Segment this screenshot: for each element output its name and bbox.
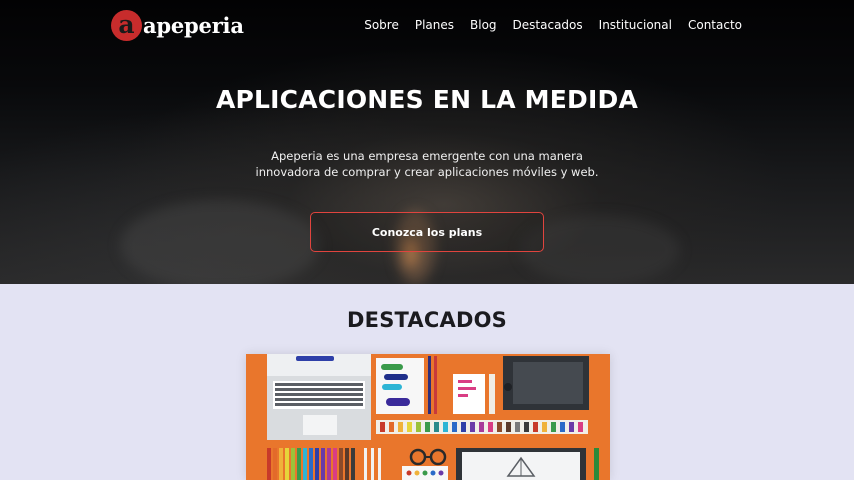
sketch-card-icon (453, 374, 495, 414)
featured-section: DESTACADOS (0, 284, 854, 480)
color-pencils-row-icon (376, 420, 588, 434)
cloud-right (520, 215, 680, 285)
nav-item-planes[interactable]: Planes (415, 18, 454, 32)
cta-button[interactable]: Conozca los plans (310, 212, 544, 252)
section-title: DESTACADOS (347, 308, 507, 332)
nav-item-destacados[interactable]: Destacados (513, 18, 583, 32)
hero-title: APLICACIONES EN LA MEDIDA (215, 85, 638, 114)
vertical-pencils-icon (267, 448, 381, 480)
nav-item-institucional[interactable]: Institucional (599, 18, 672, 32)
nav-item-sobre[interactable]: Sobre (364, 18, 399, 32)
logo-mark-icon: a (111, 9, 142, 41)
nav-item-contacto[interactable]: Contacto (688, 18, 742, 32)
drawing-tablet-icon (503, 356, 589, 410)
laptop-icon (267, 354, 371, 440)
hero-description: Apeperia es una empresa emergente con un… (255, 149, 599, 179)
logo[interactable]: a apeperia (111, 9, 244, 41)
hero-banner: a apeperia Sobre Planes Blog Destacados … (0, 0, 854, 290)
nav-item-blog[interactable]: Blog (470, 18, 497, 32)
paint-palette-icon (376, 356, 437, 414)
sketch-tablet-icon (456, 448, 599, 480)
featured-image[interactable] (246, 354, 610, 480)
logo-text: apeperia (143, 12, 244, 38)
design-tools-illustration (267, 354, 599, 480)
glasses-icon (402, 448, 448, 480)
main-nav: Sobre Planes Blog Destacados Institucion… (364, 18, 742, 32)
cloud-left (120, 200, 320, 290)
